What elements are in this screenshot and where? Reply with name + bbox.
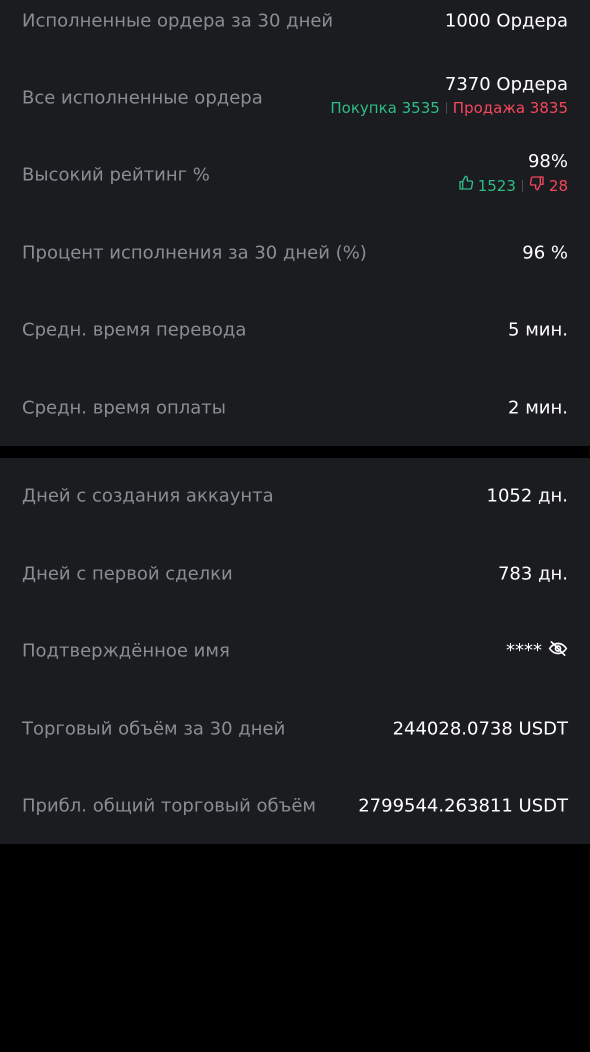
rating-breakdown: 1523 28: [458, 175, 568, 196]
days-creation-label: Дней с создания аккаунта: [22, 485, 274, 507]
row-verified-name: Подтверждённое имя ****: [0, 621, 590, 681]
rating-label: Высокий рейтинг %: [22, 164, 210, 186]
avg-transfer-value: 5 мин.: [508, 319, 568, 341]
row-volume-30d: Торговый объём за 30 дней 244028.0738 US…: [0, 699, 590, 759]
account-card: Дней с создания аккаунта 1052 дн. Дней с…: [0, 458, 590, 844]
volume-30d-value: 244028.0738 USDT: [392, 718, 568, 740]
days-creation-value: 1052 дн.: [486, 485, 568, 507]
verified-name-value: ****: [506, 640, 542, 661]
eye-off-icon[interactable]: [548, 639, 568, 664]
stats-card: Исполненные ордера за 30 дней 1000 Ордер…: [0, 0, 590, 446]
completed-all-values: 7370 Ордера Покупка 3535 Продажа 3835: [330, 74, 568, 118]
volume-total-value: 2799544.263811 USDT: [358, 795, 568, 817]
row-days-since-first-trade: Дней с первой сделки 783 дн.: [0, 544, 590, 604]
buy-sell-breakdown: Покупка 3535 Продажа 3835: [330, 98, 568, 118]
row-days-since-creation: Дней с создания аккаунта 1052 дн.: [0, 466, 590, 526]
completed-30d-label: Исполненные ордера за 30 дней: [22, 10, 334, 32]
row-avg-payment: Средн. время оплаты 2 мин.: [0, 378, 590, 438]
completion-rate-value: 96 %: [522, 242, 568, 264]
row-completed-30d: Исполненные ордера за 30 дней 1000 Ордер…: [0, 0, 590, 51]
thumbs-down-icon: [529, 175, 545, 196]
thumbs-up-icon: [458, 175, 474, 196]
rating-value: 98%: [527, 151, 568, 172]
completed-all-label: Все исполненные ордера: [22, 87, 263, 109]
buy-count: Покупка 3535: [330, 99, 440, 117]
avg-payment-label: Средн. время оплаты: [22, 397, 226, 419]
volume-total-label: Прибл. общий торговый объём: [22, 795, 317, 817]
divider: [445, 102, 447, 114]
avg-transfer-label: Средн. время перевода: [22, 319, 247, 341]
volume-30d-label: Торговый объём за 30 дней: [22, 718, 286, 740]
divider: [521, 179, 523, 192]
row-avg-transfer: Средн. время перевода 5 мин.: [0, 300, 590, 360]
avg-payment-value: 2 мин.: [508, 397, 568, 419]
row-completed-all: Все исполненные ордера 7370 Ордера Покуп…: [0, 68, 590, 128]
completed-30d-value: 1000 Ордера: [444, 10, 568, 32]
completed-all-value: 7370 Ордера: [444, 74, 568, 95]
rating-values: 98% 1523 28: [458, 151, 568, 196]
completion-rate-label: Процент исполнения за 30 дней (%): [22, 242, 367, 264]
days-first-trade-value: 783 дн.: [497, 563, 568, 585]
row-rating: Высокий рейтинг % 98% 1523 28: [0, 145, 590, 205]
likes-count: 1523: [477, 176, 516, 195]
dislikes-count: 28: [548, 176, 568, 195]
row-volume-total: Прибл. общий торговый объём 2799544.2638…: [0, 776, 590, 836]
row-completion-rate: Процент исполнения за 30 дней (%) 96 %: [0, 223, 590, 283]
days-first-trade-label: Дней с первой сделки: [22, 563, 233, 585]
verified-name-label: Подтверждённое имя: [22, 640, 230, 662]
verified-name-value-wrap: ****: [506, 639, 568, 664]
sell-count: Продажа 3835: [452, 99, 568, 117]
